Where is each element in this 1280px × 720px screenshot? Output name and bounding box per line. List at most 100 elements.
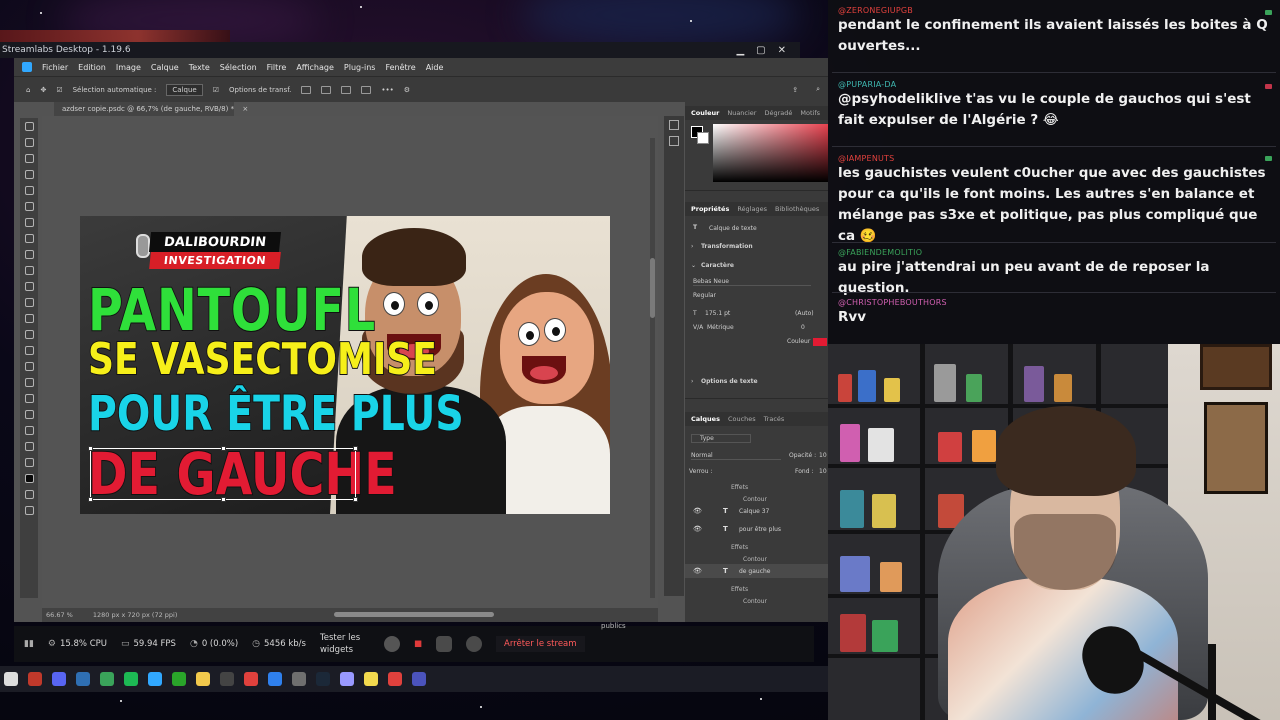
zoom-level[interactable]: 66.67 % <box>46 611 73 619</box>
tab-traces[interactable]: Tracés <box>764 415 785 423</box>
shape-tool-icon[interactable] <box>24 410 34 419</box>
screen-mode-icon[interactable] <box>24 506 34 515</box>
vertical-scroll-thumb[interactable] <box>650 258 655 318</box>
thumbnail-headline-line-3[interactable]: POUR ÊTRE PLUS <box>87 385 464 443</box>
share-icon[interactable]: ⇪ <box>792 86 798 94</box>
tab-nuancier[interactable]: Nuancier <box>727 109 756 117</box>
menu-fichier[interactable]: Fichier <box>42 63 68 72</box>
zoom-tool-icon[interactable] <box>24 442 34 451</box>
color-picker-field[interactable] <box>713 124 828 182</box>
chrome-icon[interactable] <box>244 672 258 686</box>
move-tool-icon[interactable] <box>24 122 34 131</box>
settings-gear-icon[interactable]: ⚙ <box>404 86 410 94</box>
chevron-right-icon[interactable]: › <box>691 243 693 250</box>
transform-handle[interactable] <box>221 497 226 502</box>
chevron-right-icon[interactable]: › <box>691 378 693 385</box>
xbox-icon[interactable] <box>172 672 186 686</box>
teams-icon[interactable] <box>412 672 426 686</box>
character-section[interactable]: Caractère <box>701 262 734 269</box>
horizontal-scroll-thumb[interactable] <box>334 612 494 617</box>
align-left-icon[interactable] <box>301 85 312 94</box>
blur-tool-icon[interactable] <box>24 330 34 339</box>
menu-texte[interactable]: Texte <box>189 63 210 72</box>
save-replay-icon[interactable] <box>466 636 482 652</box>
transform-options-checkbox[interactable]: ☑ <box>213 86 219 94</box>
chrome-alt-icon[interactable] <box>388 672 402 686</box>
opacity-value[interactable]: 10 <box>819 452 827 459</box>
type-tool-icon[interactable] <box>24 378 34 387</box>
background-color-swatch[interactable] <box>697 132 709 144</box>
vertical-scrollbar[interactable] <box>650 138 655 598</box>
layer-row[interactable]: 👁 Tpour être plus <box>685 522 828 536</box>
photoshop-icon[interactable] <box>148 672 162 686</box>
align-center-icon[interactable] <box>321 85 332 94</box>
dodge-tool-icon[interactable] <box>24 346 34 355</box>
visibility-eye-icon[interactable]: 👁 <box>693 567 702 575</box>
tab-calques[interactable]: Calques <box>691 415 720 423</box>
transform-handle[interactable] <box>88 446 93 451</box>
font-family-dropdown[interactable]: Bebas Neue <box>693 278 811 286</box>
stop-stream-button[interactable]: Arrêter le stream <box>496 636 585 652</box>
tracking-field[interactable]: 0 <box>801 324 805 331</box>
hand-tool-icon[interactable] <box>24 426 34 435</box>
eraser-tool-icon[interactable] <box>24 298 34 307</box>
tab-proprietes[interactable]: Propriétés <box>691 205 729 213</box>
menu-edition[interactable]: Edition <box>78 63 106 72</box>
layer-row[interactable]: 👁 T Calque 37 <box>685 504 828 518</box>
app-red-icon[interactable] <box>28 672 42 686</box>
menu-filtre[interactable]: Filtre <box>267 63 287 72</box>
transform-selection-box[interactable] <box>88 446 358 502</box>
photos-icon[interactable] <box>268 672 282 686</box>
media-icon[interactable] <box>292 672 306 686</box>
maximize-icon[interactable]: ▢ <box>756 45 765 56</box>
document-tab[interactable]: azdser copie.psdc @ 66,7% (de gauche, RV… <box>54 102 248 116</box>
visibility-eye-icon[interactable]: 👁 <box>693 507 702 515</box>
path-select-tool-icon[interactable] <box>24 394 34 403</box>
transform-handle[interactable] <box>353 446 358 451</box>
menu-fenetre[interactable]: Fenêtre <box>385 63 415 72</box>
font-style-dropdown[interactable]: Regular <box>693 292 716 299</box>
minimize-icon[interactable]: ▁ <box>736 45 744 56</box>
gradient-tool-icon[interactable] <box>24 314 34 323</box>
steam-icon[interactable] <box>316 672 330 686</box>
steam-like-icon[interactable] <box>76 672 90 686</box>
chevron-down-icon[interactable]: ⌄ <box>691 262 696 269</box>
tab-couches[interactable]: Couches <box>728 415 756 423</box>
text-options-section[interactable]: Options de texte <box>701 378 758 385</box>
fill-value[interactable]: 10 <box>819 468 827 475</box>
folder-icon[interactable] <box>196 672 210 686</box>
quick-mask-icon[interactable] <box>24 490 34 499</box>
kerning-field[interactable]: Métrique <box>707 324 734 331</box>
frame-tool-icon[interactable] <box>24 202 34 211</box>
tab-couleur[interactable]: Couleur <box>691 109 719 117</box>
menu-plugins[interactable]: Plug-ins <box>344 63 376 72</box>
leading-field[interactable]: (Auto) <box>795 310 814 317</box>
lasso-tool-icon[interactable] <box>24 154 34 163</box>
thumbnail-headline-line-2[interactable]: SE VASECTOMISE <box>87 333 438 386</box>
tab-degrade[interactable]: Dégradé <box>764 109 792 117</box>
comments-panel-icon[interactable] <box>669 136 679 146</box>
eyedropper-tool-icon[interactable] <box>24 218 34 227</box>
replay-buffer-icon[interactable] <box>436 636 452 652</box>
menu-selection[interactable]: Sélection <box>220 63 257 72</box>
more-options-icon[interactable]: ••• <box>381 86 393 94</box>
obs-icon[interactable] <box>220 672 234 686</box>
history-panel-icon[interactable] <box>669 120 679 130</box>
transform-handle[interactable] <box>221 446 226 451</box>
spotify-icon[interactable] <box>124 672 138 686</box>
brush-tool-icon[interactable] <box>24 250 34 259</box>
transform-handle[interactable] <box>353 497 358 502</box>
search-icon[interactable]: ⌕ <box>816 85 820 94</box>
start-icon[interactable] <box>4 672 18 686</box>
blend-mode-dropdown[interactable]: Normal <box>691 452 781 460</box>
layer-effect-row[interactable]: Contour <box>685 594 828 608</box>
align-right-icon[interactable] <box>341 85 352 94</box>
discord-icon[interactable] <box>52 672 66 686</box>
foreground-color-swatch[interactable] <box>24 474 34 483</box>
home-icon[interactable]: ⌂ <box>26 86 30 94</box>
font-size-field[interactable]: 175.1 pt <box>705 310 730 317</box>
youtube-thumbnail-canvas[interactable]: DALIBOURDIN INVESTIGATION PANTOUFL SE VA… <box>80 216 610 514</box>
marquee-tool-icon[interactable] <box>24 138 34 147</box>
transformation-section[interactable]: Transformation <box>701 243 753 250</box>
stop-record-icon[interactable]: ■ <box>414 639 422 649</box>
